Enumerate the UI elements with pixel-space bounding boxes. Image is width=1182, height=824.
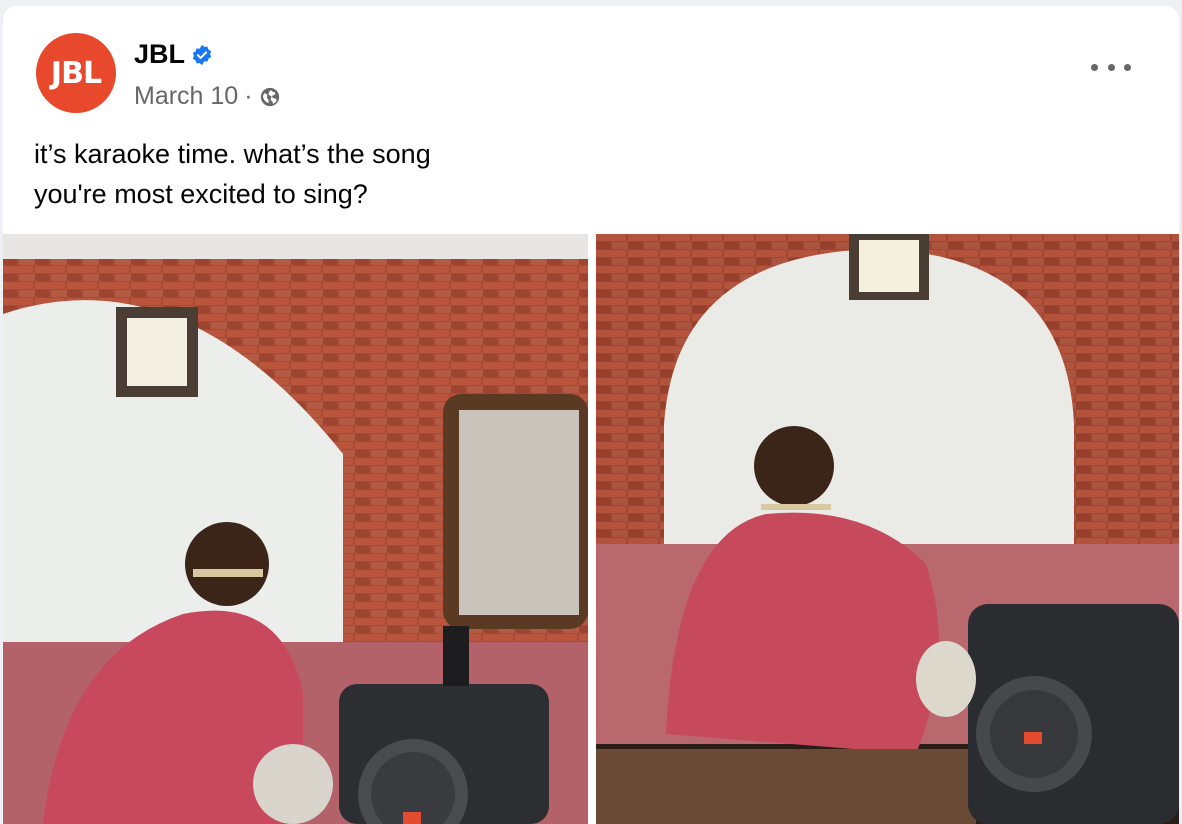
- more-options-button[interactable]: [1091, 55, 1131, 79]
- post-date-link[interactable]: March 10: [134, 82, 238, 111]
- photo-right[interactable]: [596, 234, 1179, 824]
- caption-line: you're most excited to sing?: [34, 179, 368, 209]
- page-avatar[interactable]: JBL: [36, 33, 116, 113]
- post-card: JBL JBL March 10 · it’s karaoke time. wh…: [3, 6, 1179, 824]
- photo-right-image: [596, 234, 1179, 824]
- verified-badge-icon: [192, 44, 212, 65]
- avatar-logo-text: JBL: [50, 55, 102, 91]
- more-options-icon-dot: [1124, 63, 1131, 71]
- page-name-link[interactable]: JBL: [134, 39, 185, 70]
- photo-left-image: [3, 234, 588, 824]
- post-header: JBL: [134, 39, 213, 70]
- meta-separator: ·: [244, 82, 253, 110]
- post-meta: March 10 ·: [134, 82, 281, 111]
- post-caption: it’s karaoke time. what’s the song you'r…: [34, 134, 554, 214]
- more-options-icon: [1091, 63, 1098, 71]
- more-options-icon-dot: [1107, 63, 1115, 71]
- photo-left[interactable]: [3, 234, 588, 824]
- caption-line: it’s karaoke time. what’s the song: [34, 139, 431, 169]
- globe-icon[interactable]: [259, 86, 281, 108]
